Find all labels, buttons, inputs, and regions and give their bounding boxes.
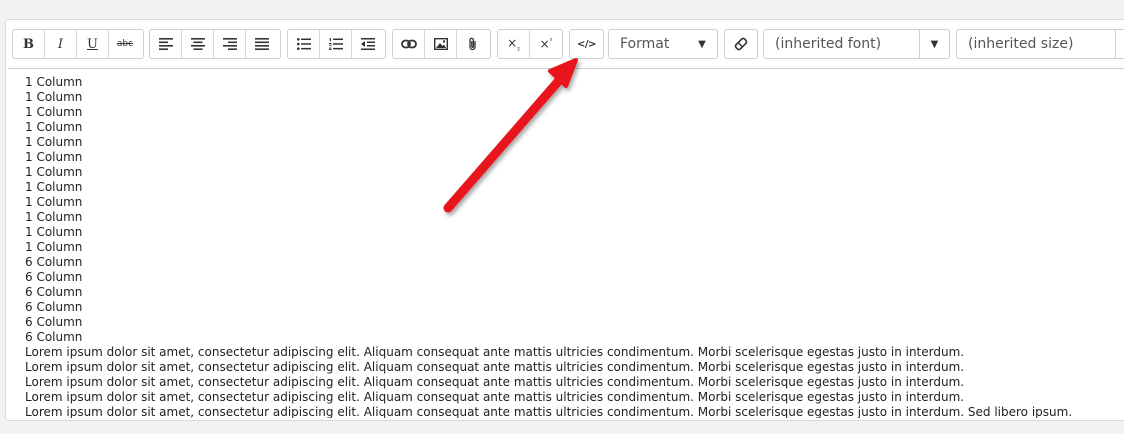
- content-line: 1 Column: [25, 135, 83, 149]
- insert-link-button[interactable]: [393, 30, 425, 58]
- content-line: 6 Column: [25, 270, 83, 284]
- source-code-button[interactable]: </>: [570, 30, 603, 58]
- outdent-icon: [361, 38, 375, 50]
- content-line: 1 Column: [25, 165, 83, 179]
- list-group: [287, 29, 386, 59]
- insert-image-button[interactable]: [425, 30, 457, 58]
- outdent-button[interactable]: [352, 30, 384, 58]
- content-line: 1 Column: [25, 120, 83, 134]
- superscript-icon: ×²: [539, 37, 553, 51]
- content-line: Lorem ipsum dolor sit amet, consectetur …: [25, 345, 965, 359]
- content-line: 1 Column: [25, 195, 83, 209]
- bullet-list-button[interactable]: [288, 30, 320, 58]
- underline-button[interactable]: U: [77, 30, 109, 58]
- format-dropdown[interactable]: Format ▼: [608, 29, 718, 59]
- content-line: 6 Column: [25, 330, 83, 344]
- content-line: 1 Column: [25, 180, 83, 194]
- editor-panel: B I U abc ×₂ ×² </> Format ▼ (inherited …: [5, 19, 1124, 421]
- font-family-label: (inherited font): [775, 36, 882, 52]
- attach-file-button[interactable]: [457, 30, 489, 58]
- content-line: Lorem ipsum dolor sit amet, consectetur …: [25, 360, 965, 374]
- link-icon: [400, 39, 417, 49]
- paperclip-icon: [469, 37, 476, 51]
- align-justify-icon: [255, 38, 269, 50]
- numbered-list-icon: [328, 38, 343, 50]
- text-style-group: B I U abc: [12, 29, 144, 59]
- content-line: 1 Column: [25, 150, 83, 164]
- font-family-dropdown[interactable]: (inherited font) ▼: [763, 29, 950, 59]
- content-line: 1 Column: [25, 210, 83, 224]
- align-center-button[interactable]: [182, 30, 214, 58]
- numbered-list-button[interactable]: [320, 30, 352, 58]
- format-dropdown-label: Format: [620, 36, 670, 52]
- content-line: 6 Column: [25, 315, 83, 329]
- bold-button[interactable]: B: [13, 30, 45, 58]
- font-size-dropdown[interactable]: (inherited size) ▼: [956, 29, 1124, 59]
- bold-icon: B: [23, 36, 34, 52]
- editor-content-area[interactable]: 1 Column 1 Column 1 Column 1 Column 1 Column…: [8, 68, 1124, 418]
- script-group: ×₂ ×²: [497, 29, 563, 59]
- content-line: 6 Column: [25, 300, 83, 314]
- content-line: 1 Column: [25, 105, 83, 119]
- eraser-icon: [734, 37, 748, 51]
- superscript-button[interactable]: ×²: [530, 30, 562, 58]
- remove-format-button[interactable]: [725, 30, 757, 58]
- align-center-icon: [190, 38, 205, 50]
- font-size-label: (inherited size): [968, 36, 1074, 52]
- insert-group: [392, 29, 491, 59]
- bullet-list-icon: [296, 38, 311, 50]
- content-line: 6 Column: [25, 255, 83, 269]
- editor-toolbar: B I U abc ×₂ ×² </> Format ▼ (inherited …: [6, 20, 1124, 68]
- align-justify-button[interactable]: [246, 30, 278, 58]
- align-right-button[interactable]: [214, 30, 246, 58]
- content-line: Lorem ipsum dolor sit amet, consectetur …: [25, 405, 1073, 418]
- align-right-icon: [222, 38, 237, 50]
- content-line: 6 Column: [25, 285, 83, 299]
- remove-format-group: [724, 29, 758, 59]
- strikethrough-icon: abc: [116, 39, 134, 49]
- alignment-group: [149, 29, 281, 59]
- content-line: 1 Column: [25, 240, 83, 254]
- underline-icon: U: [87, 36, 98, 52]
- italic-button[interactable]: I: [45, 30, 77, 58]
- content-line: 1 Column: [25, 90, 83, 104]
- chevron-down-icon: ▼: [1115, 30, 1124, 58]
- subscript-icon: ×₂: [507, 35, 520, 53]
- content-line: 1 Column: [25, 75, 83, 89]
- chevron-down-icon: ▼: [919, 30, 949, 58]
- code-icon: </>: [577, 38, 596, 50]
- content-line: 1 Column: [25, 225, 83, 239]
- subscript-button[interactable]: ×₂: [498, 30, 530, 58]
- content-line: Lorem ipsum dolor sit amet, consectetur …: [25, 375, 965, 389]
- align-left-button[interactable]: [150, 30, 182, 58]
- image-icon: [433, 38, 448, 50]
- content-line: Lorem ipsum dolor sit amet, consectetur …: [25, 390, 965, 404]
- strikethrough-button[interactable]: abc: [109, 30, 141, 58]
- chevron-down-icon: ▼: [698, 38, 706, 50]
- italic-icon: I: [57, 36, 64, 52]
- align-left-icon: [158, 38, 173, 50]
- source-code-group: </>: [569, 29, 604, 59]
